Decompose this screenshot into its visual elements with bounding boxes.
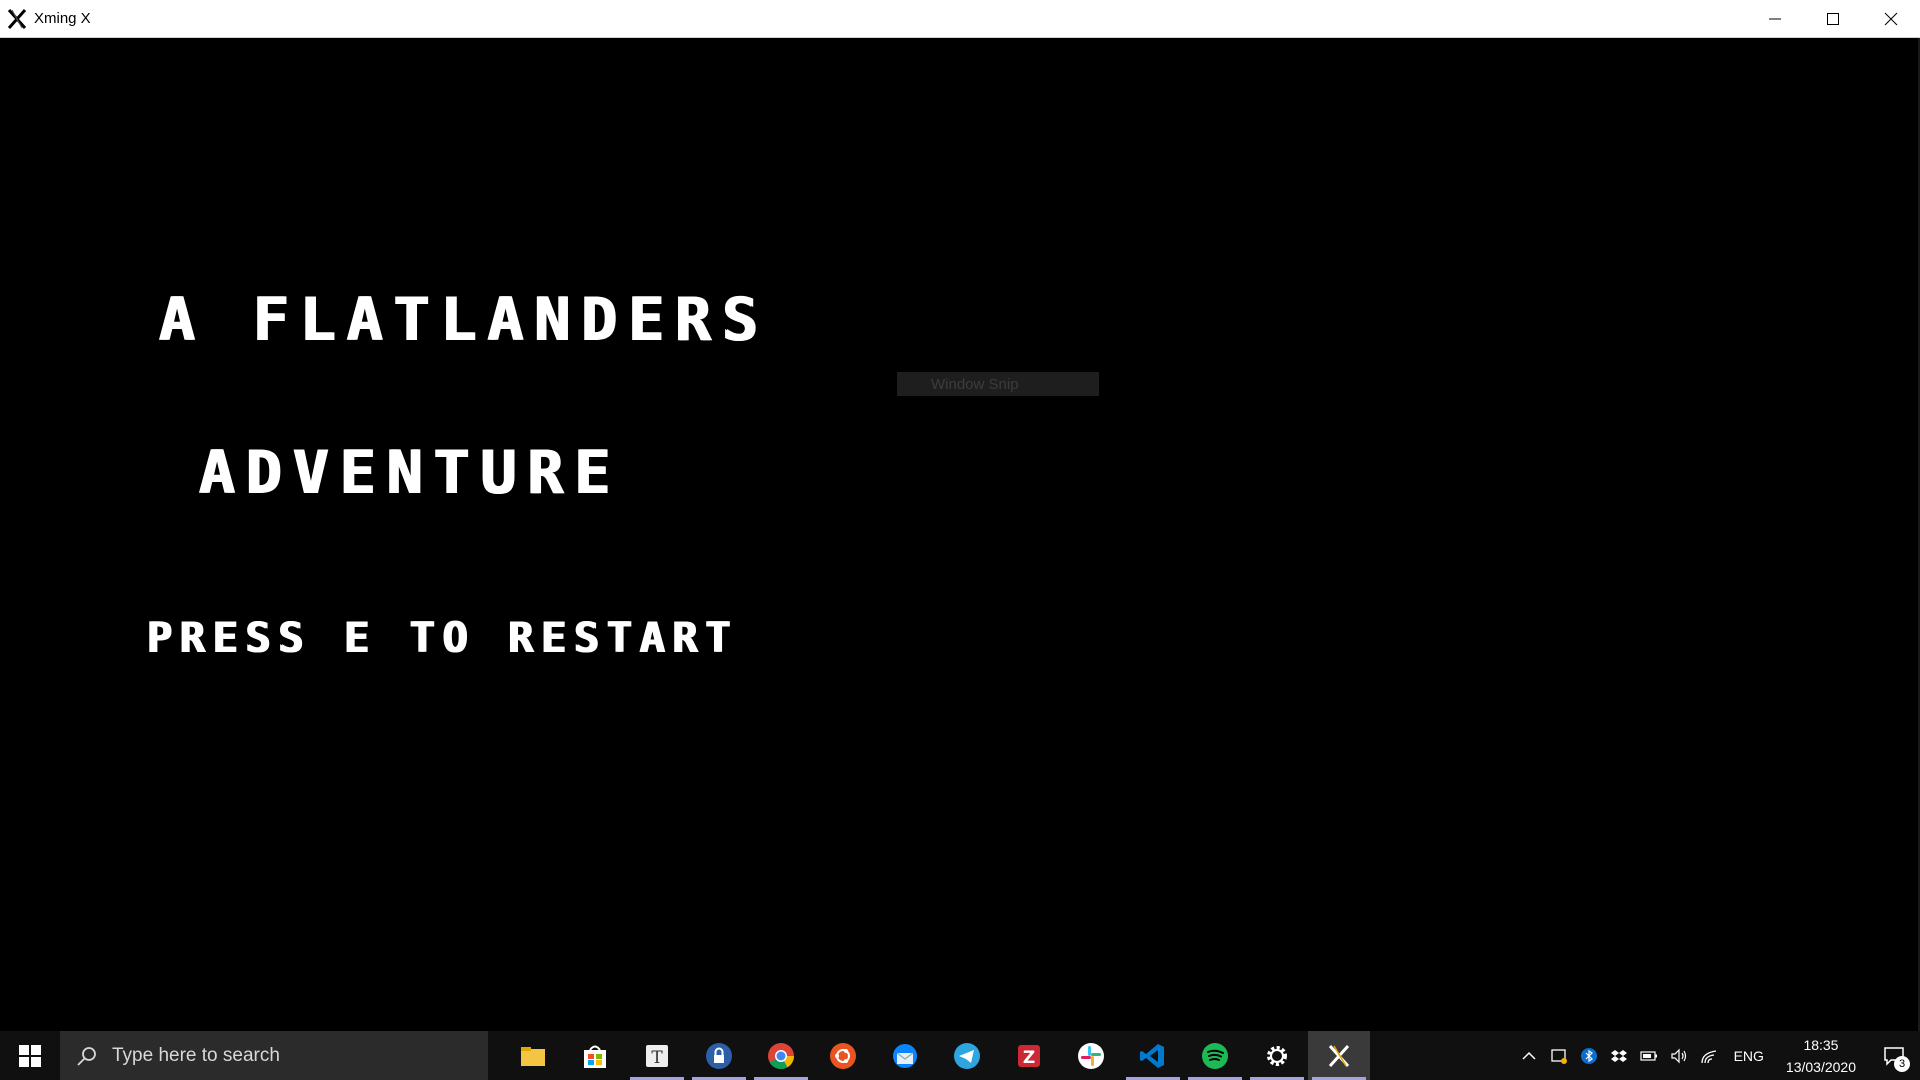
ubuntu-icon [830, 1042, 856, 1069]
maximize-button[interactable] [1804, 0, 1862, 38]
taskbar-file-explorer[interactable] [502, 1031, 564, 1080]
vscode-icon [1140, 1043, 1164, 1068]
dropbox-icon [1610, 1049, 1627, 1062]
typora-icon: T [646, 1044, 668, 1068]
taskbar-chrome[interactable] [750, 1031, 812, 1080]
taskbar-telegram[interactable] [936, 1031, 998, 1080]
taskbar-spotify[interactable] [1184, 1031, 1246, 1080]
folder-icon [521, 1046, 545, 1066]
taskbar-slack[interactable] [1060, 1031, 1122, 1080]
xming-icon [1328, 1044, 1350, 1067]
defender-icon [1550, 1048, 1567, 1064]
chrome-icon [768, 1042, 795, 1069]
clock[interactable]: 18:35 13/03/2020 [1786, 1034, 1856, 1078]
battery-icon [1639, 1050, 1657, 1061]
system-tray: ENG 18:35 13/03/2020 3 [1514, 1031, 1920, 1080]
notification-badge: 3 [1894, 1056, 1910, 1072]
thunderbird-icon [893, 1043, 917, 1068]
close-button[interactable] [1862, 0, 1920, 38]
taskbar-ubuntu[interactable] [812, 1031, 874, 1080]
action-center-button[interactable]: 3 [1868, 1031, 1920, 1080]
chevron-up-icon [1522, 1051, 1536, 1060]
taskbar-store[interactable] [564, 1031, 626, 1080]
show-hidden-icons-button[interactable] [1514, 1031, 1544, 1080]
svg-text:T: T [651, 1048, 663, 1068]
search-box[interactable]: Type here to search [60, 1031, 488, 1080]
volume-icon [1670, 1048, 1686, 1063]
xming-logo-icon [7, 8, 27, 29]
minimize-button[interactable] [1746, 0, 1804, 38]
game-title-line1: A FLATLANDERS [158, 285, 768, 355]
search-icon [77, 1046, 96, 1066]
wifi-icon [1700, 1049, 1716, 1063]
svg-text:Z: Z [1023, 1048, 1035, 1068]
store-icon [584, 1045, 606, 1068]
clock-date: 13/03/2020 [1785, 1058, 1856, 1075]
taskbar-thunderbird[interactable] [874, 1031, 936, 1080]
taskbar-zotero[interactable]: Z [998, 1031, 1060, 1080]
minimize-icon [1769, 18, 1781, 20]
tray-battery[interactable] [1634, 1031, 1664, 1080]
window-title: Xming X [34, 10, 91, 27]
tray-defender[interactable] [1544, 1031, 1574, 1080]
spotify-icon [1202, 1042, 1228, 1069]
maximize-icon [1827, 13, 1839, 25]
taskbar-typora[interactable]: T [626, 1031, 688, 1080]
telegram-icon [954, 1042, 980, 1069]
restart-prompt: PRESS E TO RESTART [146, 613, 738, 662]
taskbar-vscode[interactable] [1122, 1031, 1184, 1080]
slack-icon [1078, 1042, 1104, 1069]
taskbar: Type here to search T Z ENG 18:35 13/03/… [0, 1031, 1920, 1080]
taskbar-keepass[interactable] [688, 1031, 750, 1080]
game-title-line2: ADVENTURE [198, 438, 621, 508]
close-icon [1884, 12, 1898, 26]
input-language[interactable]: ENG [1734, 1048, 1764, 1064]
tray-bluetooth[interactable] [1574, 1031, 1604, 1080]
game-canvas[interactable] [0, 38, 1920, 1031]
bluetooth-icon [1580, 1047, 1597, 1064]
taskbar-xming[interactable] [1308, 1031, 1370, 1080]
zotero-icon: Z [1018, 1044, 1040, 1068]
search-placeholder: Type here to search [112, 1044, 280, 1066]
tray-volume[interactable] [1664, 1031, 1694, 1080]
window-snip-tooltip: Window Snip [897, 372, 1099, 396]
tray-dropbox[interactable] [1604, 1031, 1634, 1080]
windows-logo-icon [19, 1044, 41, 1067]
window-titlebar[interactable]: Xming X [0, 0, 1920, 38]
taskbar-settings[interactable] [1246, 1031, 1308, 1080]
tray-wifi[interactable] [1694, 1031, 1724, 1080]
start-button[interactable] [0, 1031, 60, 1080]
clock-time: 18:35 [1803, 1036, 1839, 1053]
gear-icon [1267, 1045, 1287, 1066]
lock-icon [706, 1042, 732, 1069]
